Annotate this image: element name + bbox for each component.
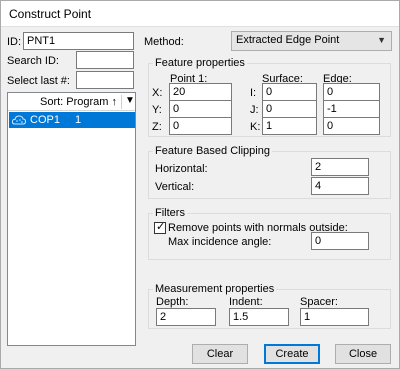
list-sort-header[interactable]: Sort: Program ↑ ▼ xyxy=(8,93,135,111)
window-title: Construct Point xyxy=(9,7,92,21)
surface-j-input[interactable]: 0 xyxy=(262,100,317,118)
spacer-input[interactable]: 1 xyxy=(300,308,369,326)
header-separator xyxy=(121,95,122,109)
clipping-title: Feature Based Clipping xyxy=(153,145,272,157)
id-input[interactable]: PNT1 xyxy=(23,32,134,50)
id-label: ID: xyxy=(7,36,22,48)
point-x-input[interactable]: 20 xyxy=(169,83,232,101)
indent-input[interactable]: 1.5 xyxy=(229,308,289,326)
feature-properties-title: Feature properties xyxy=(153,57,247,69)
max-angle-input[interactable]: 0 xyxy=(311,232,369,250)
edge-i-input[interactable]: 0 xyxy=(323,83,380,101)
vertical-input[interactable]: 4 xyxy=(311,177,369,195)
select-last-label: Select last #: xyxy=(7,75,70,87)
vertical-label: Vertical: xyxy=(155,181,195,193)
search-id-label: Search ID: xyxy=(7,55,59,67)
list-item-name: COP1 xyxy=(30,114,60,126)
max-angle-label: Max incidence angle: xyxy=(168,236,272,248)
search-id-input[interactable] xyxy=(76,51,134,69)
depth-label: Depth: xyxy=(156,296,189,308)
construct-point-dialog: Construct Point ID: PNT1 Search ID: Sele… xyxy=(0,0,400,369)
close-button[interactable]: Close xyxy=(335,344,391,364)
chevron-down-icon: ▼ xyxy=(377,35,386,45)
indent-label: Indent: xyxy=(229,296,263,308)
method-value: Extracted Edge Point xyxy=(236,34,340,46)
create-button[interactable]: Create xyxy=(264,344,320,364)
z-label: Z: xyxy=(152,121,162,133)
surface-k-input[interactable]: 1 xyxy=(262,117,317,135)
dropdown-arrow-icon[interactable]: ▼ xyxy=(125,95,135,106)
horizontal-input[interactable]: 2 xyxy=(311,158,369,176)
list-item-number: 1 xyxy=(75,114,82,126)
measurement-title: Measurement properties xyxy=(153,283,277,295)
point-y-input[interactable]: 0 xyxy=(169,100,232,118)
y-label: Y: xyxy=(152,104,162,116)
feature-list[interactable]: Sort: Program ↑ ▼ COP1 1 xyxy=(7,92,136,346)
title-bar: Construct Point xyxy=(1,1,399,27)
point-z-input[interactable]: 0 xyxy=(169,117,232,135)
checkmark-icon: ✓ xyxy=(156,221,166,233)
select-last-input[interactable] xyxy=(76,71,134,89)
clear-button[interactable]: Clear xyxy=(192,344,248,364)
j-label: J: xyxy=(250,104,259,116)
list-item[interactable]: COP1 1 xyxy=(9,112,135,128)
k-label: K: xyxy=(250,121,261,133)
filters-title: Filters xyxy=(153,207,187,219)
surface-i-input[interactable]: 0 xyxy=(262,83,317,101)
sort-label: Sort: Program ↑ xyxy=(40,96,118,108)
i-label: I: xyxy=(250,87,257,99)
spacer-label: Spacer: xyxy=(300,296,338,308)
depth-input[interactable]: 2 xyxy=(156,308,216,326)
cloud-points-icon xyxy=(12,115,26,125)
horizontal-label: Horizontal: xyxy=(155,163,208,175)
edge-k-input[interactable]: 0 xyxy=(323,117,380,135)
remove-points-checkbox[interactable]: ✓ xyxy=(154,221,166,234)
method-label: Method: xyxy=(144,36,184,48)
x-label: X: xyxy=(152,87,163,99)
edge-j-input[interactable]: -1 xyxy=(323,100,380,118)
method-select[interactable]: Extracted Edge Point ▼ xyxy=(231,31,392,51)
